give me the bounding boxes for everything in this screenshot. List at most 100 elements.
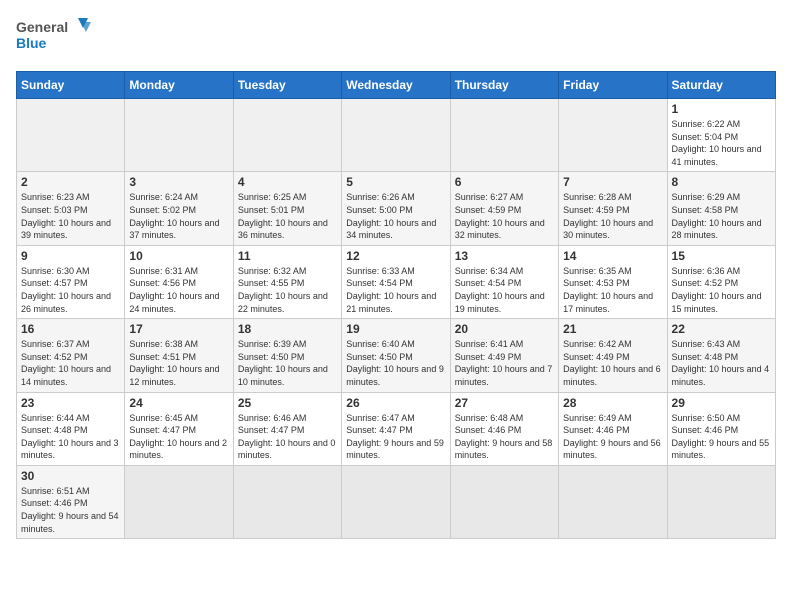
day-info: Sunrise: 6:47 AMSunset: 4:47 PMDaylight:… (346, 412, 445, 462)
calendar-cell: 8 Sunrise: 6:29 AMSunset: 4:58 PMDaylight… (667, 172, 775, 245)
calendar-cell: 29 Sunrise: 6:50 AMSunset: 4:46 PMDayligh… (667, 392, 775, 465)
day-info: Sunrise: 6:45 AMSunset: 4:47 PMDaylight:… (129, 412, 228, 462)
calendar-cell: 15 Sunrise: 6:36 AMSunset: 4:52 PMDayligh… (667, 245, 775, 318)
day-info: Sunrise: 6:44 AMSunset: 4:48 PMDaylight:… (21, 412, 120, 462)
day-info: Sunrise: 6:43 AMSunset: 4:48 PMDaylight:… (672, 338, 771, 388)
calendar-cell: 25Sunrise: 6:46 AMSunset: 4:47 PMDayligh… (233, 392, 341, 465)
calendar-cell: 27Sunrise: 6:48 AMSunset: 4:46 PMDayligh… (450, 392, 558, 465)
calendar-cell (125, 99, 233, 172)
day-info: Sunrise: 6:41 AMSunset: 4:49 PMDaylight:… (455, 338, 554, 388)
day-info: Sunrise: 6:48 AMSunset: 4:46 PMDaylight:… (455, 412, 554, 462)
calendar-cell: 26 Sunrise: 6:47 AMSunset: 4:47 PMDayligh… (342, 392, 450, 465)
calendar-cell: 12Sunrise: 6:33 AMSunset: 4:54 PMDayligh… (342, 245, 450, 318)
calendar-cell (233, 465, 341, 538)
day-info: Sunrise: 6:37 AMSunset: 4:52 PMDaylight:… (21, 338, 120, 388)
calendar-cell: 5 Sunrise: 6:26 AMSunset: 5:00 PMDaylight… (342, 172, 450, 245)
day-number: 3 (129, 175, 228, 189)
calendar-cell: 11Sunrise: 6:32 AMSunset: 4:55 PMDayligh… (233, 245, 341, 318)
day-info: Sunrise: 6:39 AMSunset: 4:50 PMDaylight:… (238, 338, 337, 388)
day-info: Sunrise: 6:38 AMSunset: 4:51 PMDaylight:… (129, 338, 228, 388)
calendar-table: SundayMondayTuesdayWednesdayThursdayFrid… (16, 71, 776, 539)
calendar-cell: 28 Sunrise: 6:49 AMSunset: 4:46 PMDayligh… (559, 392, 667, 465)
calendar-cell: 24 Sunrise: 6:45 AMSunset: 4:47 PMDayligh… (125, 392, 233, 465)
day-number: 14 (563, 249, 662, 263)
day-info: Sunrise: 6:36 AMSunset: 4:52 PMDaylight:… (672, 265, 771, 315)
day-number: 30 (21, 469, 120, 483)
day-number: 26 (346, 396, 445, 410)
calendar-cell: 4 Sunrise: 6:25 AMSunset: 5:01 PMDaylight… (233, 172, 341, 245)
calendar-cell: 19Sunrise: 6:40 AMSunset: 4:50 PMDayligh… (342, 319, 450, 392)
day-number: 24 (129, 396, 228, 410)
calendar-cell: 1 Sunrise: 6:22 AMSunset: 5:04 PMDaylight… (667, 99, 775, 172)
day-number: 12 (346, 249, 445, 263)
calendar-cell (450, 465, 558, 538)
day-info: Sunrise: 6:50 AMSunset: 4:46 PMDaylight:… (672, 412, 771, 462)
day-info: Sunrise: 6:27 AMSunset: 4:59 PMDaylight:… (455, 191, 554, 241)
week-row-0: 1 Sunrise: 6:22 AMSunset: 5:04 PMDaylight… (17, 99, 776, 172)
calendar-cell (233, 99, 341, 172)
day-info: Sunrise: 6:42 AMSunset: 4:49 PMDaylight:… (563, 338, 662, 388)
calendar-cell: 3Sunrise: 6:24 AMSunset: 5:02 PMDaylight… (125, 172, 233, 245)
day-number: 21 (563, 322, 662, 336)
day-info: Sunrise: 6:34 AMSunset: 4:54 PMDaylight:… (455, 265, 554, 315)
day-number: 7 (563, 175, 662, 189)
generalblue-logo: General Blue (16, 16, 96, 61)
calendar-cell (559, 465, 667, 538)
calendar-cell (667, 465, 775, 538)
day-number: 17 (129, 322, 228, 336)
day-number: 28 (563, 396, 662, 410)
calendar-cell: 22Sunrise: 6:43 AMSunset: 4:48 PMDayligh… (667, 319, 775, 392)
svg-text:Blue: Blue (16, 35, 47, 51)
day-info: Sunrise: 6:25 AMSunset: 5:01 PMDaylight:… (238, 191, 337, 241)
weekday-header-wednesday: Wednesday (342, 72, 450, 99)
calendar-cell: 20 Sunrise: 6:41 AMSunset: 4:49 PMDayligh… (450, 319, 558, 392)
calendar-cell (559, 99, 667, 172)
day-number: 1 (672, 102, 771, 116)
calendar-cell (450, 99, 558, 172)
day-number: 8 (672, 175, 771, 189)
day-info: Sunrise: 6:28 AMSunset: 4:59 PMDaylight:… (563, 191, 662, 241)
calendar-cell: 6 Sunrise: 6:27 AMSunset: 4:59 PMDaylight… (450, 172, 558, 245)
day-number: 6 (455, 175, 554, 189)
weekday-header-sunday: Sunday (17, 72, 125, 99)
weekday-header-tuesday: Tuesday (233, 72, 341, 99)
day-info: Sunrise: 6:23 AMSunset: 5:03 PMDaylight:… (21, 191, 120, 241)
weekday-header-friday: Friday (559, 72, 667, 99)
day-number: 18 (238, 322, 337, 336)
day-info: Sunrise: 6:31 AMSunset: 4:56 PMDaylight:… (129, 265, 228, 315)
day-number: 13 (455, 249, 554, 263)
calendar-cell: 9Sunrise: 6:30 AMSunset: 4:57 PMDaylight… (17, 245, 125, 318)
day-info: Sunrise: 6:35 AMSunset: 4:53 PMDaylight:… (563, 265, 662, 315)
week-row-3: 16 Sunrise: 6:37 AMSunset: 4:52 PMDayligh… (17, 319, 776, 392)
day-number: 23 (21, 396, 120, 410)
day-info: Sunrise: 6:29 AMSunset: 4:58 PMDaylight:… (672, 191, 771, 241)
calendar-cell (342, 465, 450, 538)
day-info: Sunrise: 6:26 AMSunset: 5:00 PMDaylight:… (346, 191, 445, 241)
day-number: 16 (21, 322, 120, 336)
calendar-cell: 16 Sunrise: 6:37 AMSunset: 4:52 PMDayligh… (17, 319, 125, 392)
week-row-4: 23 Sunrise: 6:44 AMSunset: 4:48 PMDayligh… (17, 392, 776, 465)
calendar-cell (125, 465, 233, 538)
week-row-2: 9Sunrise: 6:30 AMSunset: 4:57 PMDaylight… (17, 245, 776, 318)
day-number: 15 (672, 249, 771, 263)
weekday-header-row: SundayMondayTuesdayWednesdayThursdayFrid… (17, 72, 776, 99)
day-info: Sunrise: 6:51 AMSunset: 4:46 PMDaylight:… (21, 485, 120, 535)
day-info: Sunrise: 6:49 AMSunset: 4:46 PMDaylight:… (563, 412, 662, 462)
day-info: Sunrise: 6:22 AMSunset: 5:04 PMDaylight:… (672, 118, 771, 168)
day-number: 4 (238, 175, 337, 189)
svg-text:General: General (16, 19, 68, 35)
calendar-cell: 13 Sunrise: 6:34 AMSunset: 4:54 PMDayligh… (450, 245, 558, 318)
calendar-cell: 7 Sunrise: 6:28 AMSunset: 4:59 PMDaylight… (559, 172, 667, 245)
day-number: 29 (672, 396, 771, 410)
logo: General Blue (16, 16, 96, 61)
day-info: Sunrise: 6:32 AMSunset: 4:55 PMDaylight:… (238, 265, 337, 315)
week-row-1: 2Sunrise: 6:23 AMSunset: 5:03 PMDaylight… (17, 172, 776, 245)
calendar-cell (342, 99, 450, 172)
weekday-header-saturday: Saturday (667, 72, 775, 99)
day-number: 20 (455, 322, 554, 336)
calendar-cell: 21 Sunrise: 6:42 AMSunset: 4:49 PMDayligh… (559, 319, 667, 392)
week-row-5: 30 Sunrise: 6:51 AMSunset: 4:46 PMDayligh… (17, 465, 776, 538)
day-number: 10 (129, 249, 228, 263)
calendar-cell: 18 Sunrise: 6:39 AMSunset: 4:50 PMDayligh… (233, 319, 341, 392)
day-number: 5 (346, 175, 445, 189)
